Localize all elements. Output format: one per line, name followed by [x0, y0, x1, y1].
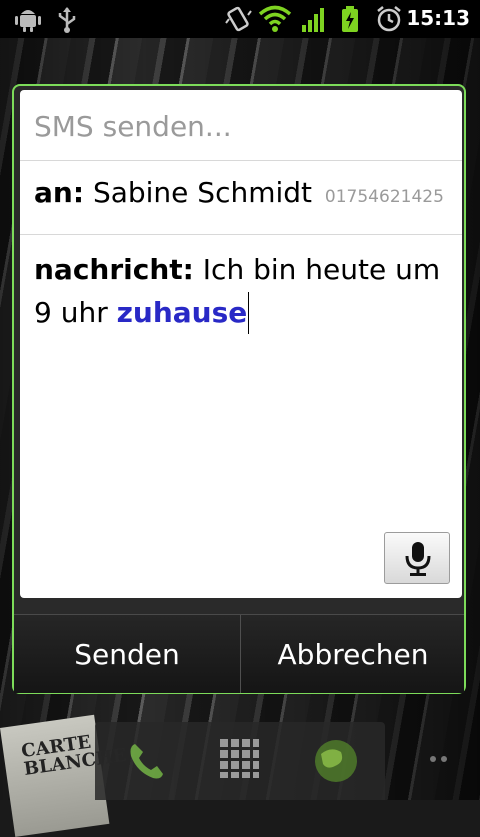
message-field[interactable]: nachricht: Ich bin heute um 9 uhr zuhaus… — [34, 248, 444, 334]
recipient-name: Sabine Schmidt — [92, 176, 313, 209]
send-button[interactable]: Senden — [14, 615, 240, 693]
message-label: nachricht: — [34, 253, 194, 286]
clock: 15:13 — [406, 6, 470, 30]
usb-icon — [58, 7, 76, 33]
divider — [20, 160, 462, 161]
dialog-button-bar: Senden Abbrechen — [14, 614, 464, 693]
wifi-icon — [258, 5, 292, 32]
microphone-icon — [405, 542, 431, 576]
text-cursor — [248, 292, 250, 334]
browser-globe-icon[interactable] — [311, 736, 361, 786]
recipient-field[interactable]: an: Sabine Schmidt 01754621425 — [34, 176, 444, 209]
recipient-label: an: — [34, 176, 85, 209]
phone-icon[interactable] — [121, 736, 171, 786]
dialog-content: SMS senden... an: Sabine Schmidt 0175462… — [20, 90, 462, 598]
sms-dialog: SMS senden... an: Sabine Schmidt 0175462… — [12, 84, 466, 694]
status-bar: 15:13 — [0, 0, 480, 38]
dialog-title: SMS senden... — [34, 110, 232, 143]
message-composing-word: zuhause — [116, 296, 248, 329]
app-drawer-icon[interactable] — [217, 736, 261, 780]
divider — [20, 234, 462, 235]
signal-icon — [302, 8, 324, 32]
dock — [95, 722, 385, 800]
alarm-icon — [377, 6, 401, 32]
button-separator — [240, 615, 241, 693]
recipient-number: 01754621425 — [324, 187, 444, 207]
android-debug-icon — [15, 10, 41, 32]
voice-input-button[interactable] — [384, 532, 450, 584]
wallpaper-book: CARTE BLANCHE — [0, 714, 128, 837]
battery-charging-icon — [342, 6, 358, 32]
page-indicator-icon — [430, 756, 447, 762]
vibrate-icon — [225, 6, 252, 32]
cancel-button[interactable]: Abbrechen — [242, 615, 464, 693]
